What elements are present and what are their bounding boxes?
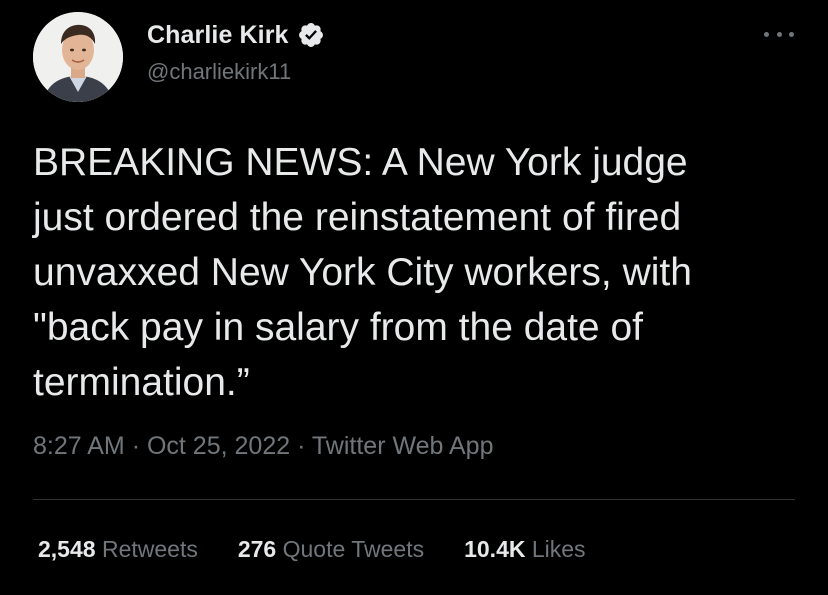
meta-separator: · bbox=[131, 432, 141, 460]
more-options-button[interactable] bbox=[764, 24, 794, 44]
likes-label: Likes bbox=[531, 536, 586, 562]
author-name-row: Charlie Kirk bbox=[147, 18, 325, 52]
tweet-card: Charlie Kirk @charliekirk11 BREAKING NEW… bbox=[0, 0, 828, 595]
profile-photo-icon bbox=[33, 12, 123, 102]
tweet-metadata: 8:27 AM · Oct 25, 2022 · Twitter Web App bbox=[33, 432, 493, 461]
quote-tweets-label: Quote Tweets bbox=[282, 536, 425, 562]
likes-stat[interactable]: 10.4K Likes bbox=[464, 536, 585, 563]
more-dots-icon bbox=[776, 31, 782, 37]
author-handle[interactable]: @charliekirk11 bbox=[147, 59, 291, 85]
more-dots-icon bbox=[764, 31, 769, 37]
tweet-stats: 2,548 Retweets 276 Quote Tweets 10.4K Li… bbox=[38, 536, 626, 563]
more-dots-icon bbox=[789, 31, 794, 37]
tweet-date[interactable]: Oct 25, 2022 bbox=[147, 432, 290, 460]
avatar[interactable] bbox=[33, 12, 123, 102]
tweet-source[interactable]: Twitter Web App bbox=[312, 432, 494, 460]
likes-count: 10.4K bbox=[464, 536, 526, 562]
author-display-name[interactable]: Charlie Kirk bbox=[147, 21, 289, 50]
quote-tweets-stat[interactable]: 276 Quote Tweets bbox=[238, 536, 424, 563]
tweet-text: BREAKING NEWS: A New York judge just ord… bbox=[33, 141, 692, 404]
retweets-stat[interactable]: 2,548 Retweets bbox=[38, 536, 198, 563]
quote-tweets-count: 276 bbox=[237, 536, 277, 562]
verified-badge-icon bbox=[297, 21, 325, 49]
retweets-count: 2,548 bbox=[38, 536, 96, 562]
tweet-time[interactable]: 8:27 AM bbox=[33, 432, 125, 460]
divider bbox=[33, 499, 795, 500]
retweets-label: Retweets bbox=[101, 536, 198, 562]
